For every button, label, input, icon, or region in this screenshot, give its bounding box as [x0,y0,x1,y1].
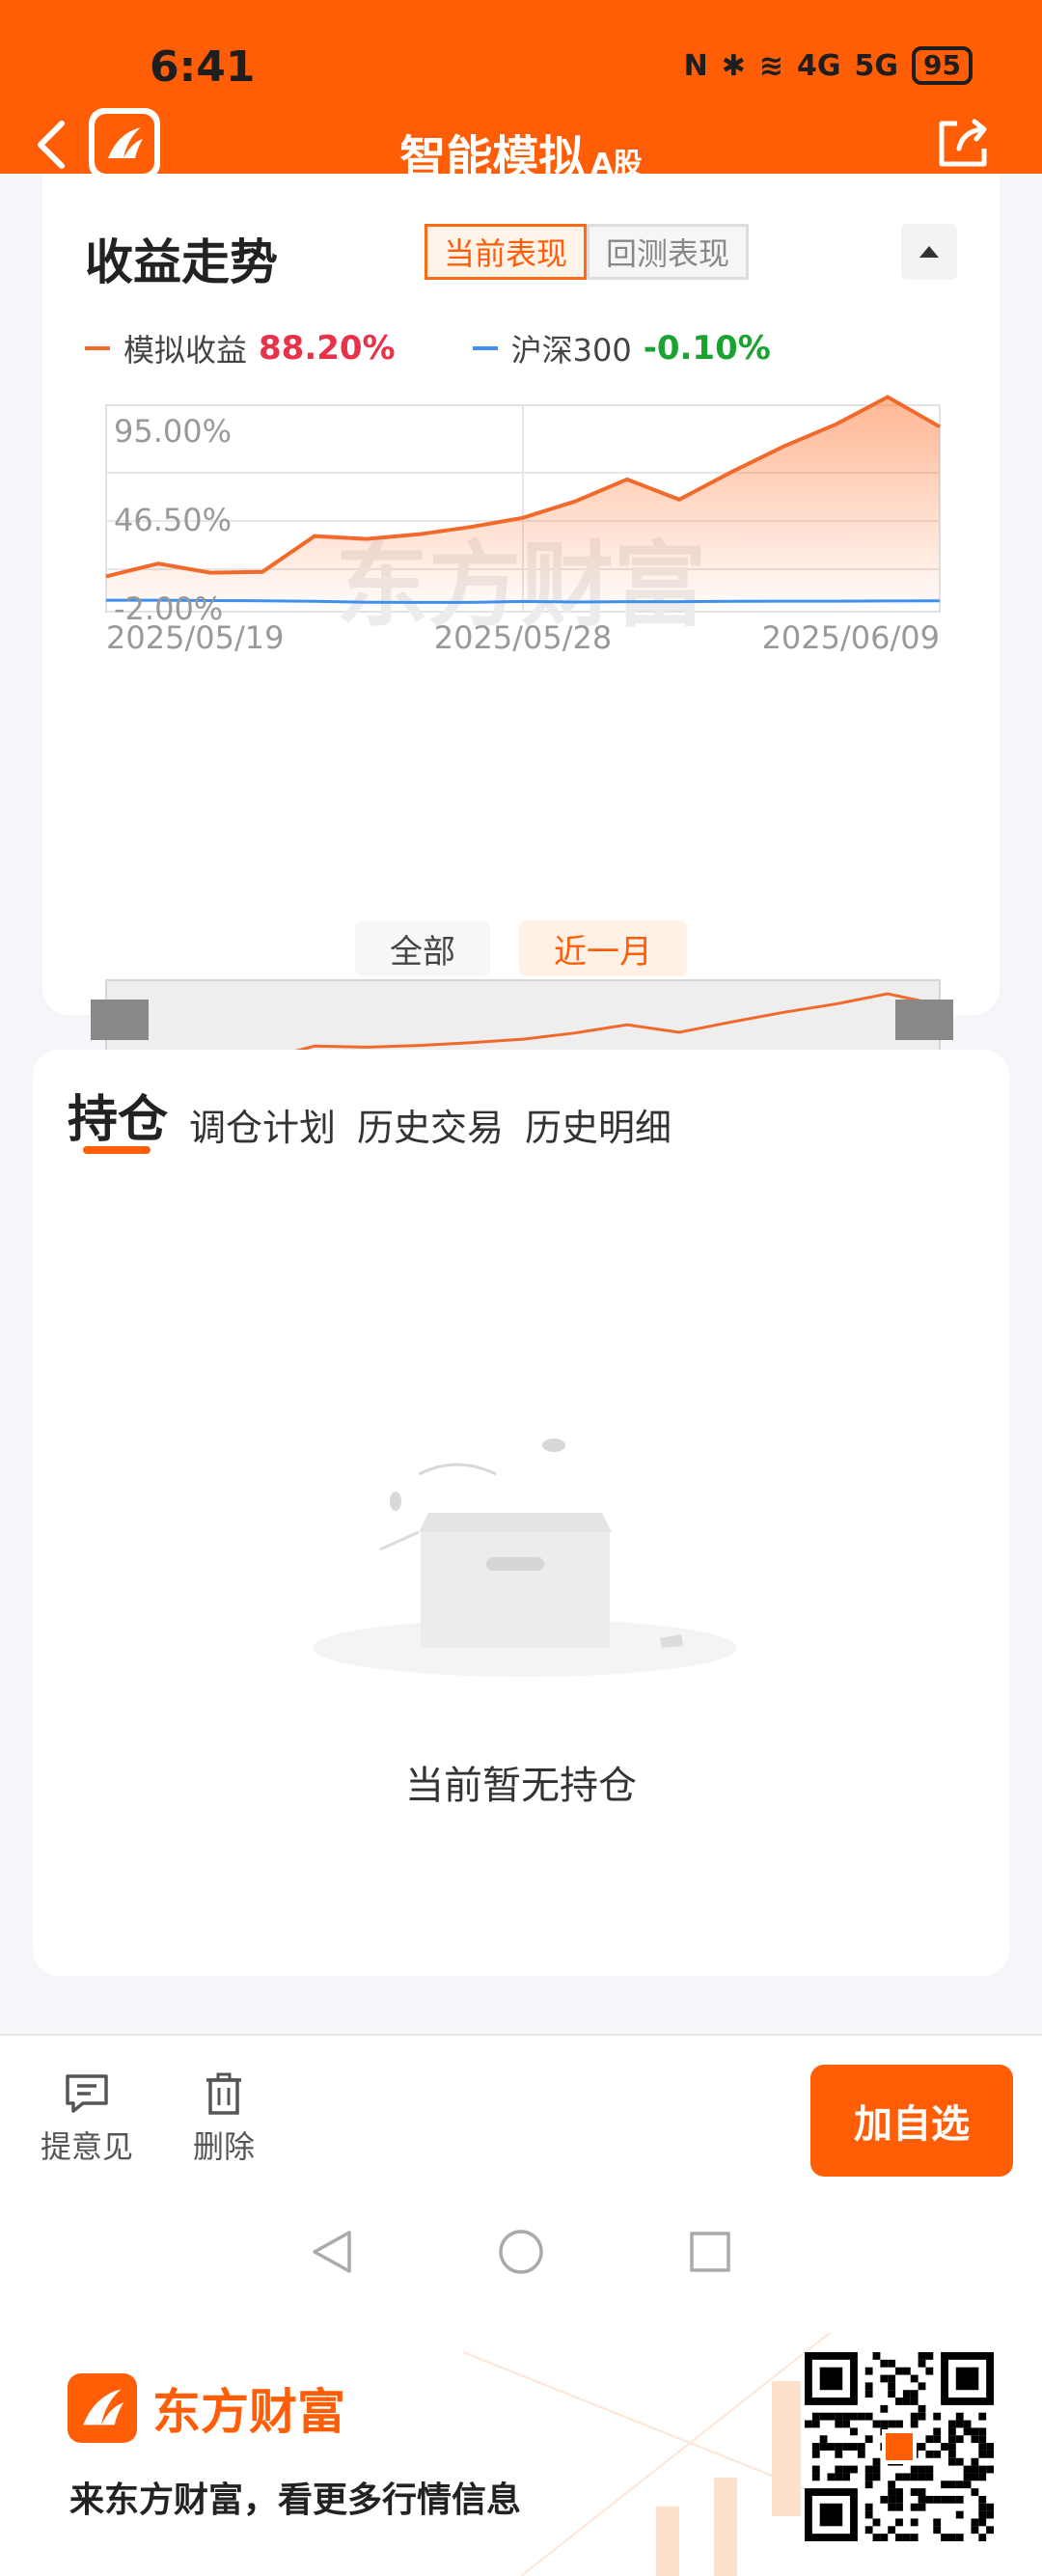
y-tick-label: 95.00% [114,413,232,450]
legend-value-hs300: -0.10% [643,329,771,368]
collapse-button[interactable] [901,224,957,280]
tab-holdings[interactable]: 持仓 [68,1079,168,1151]
hs300-line [106,598,941,604]
y-tick-label: 46.50% [114,502,232,538]
app-header: 6:41 N ✱ ≋ 4G 5G 95 智能模拟 A股 [0,0,1042,185]
navigator-right-handle[interactable] [895,1000,953,1040]
promo-footer: 东方财富 来东方财富，看更多行情信息 [0,2314,1042,2576]
performance-tabs: 当前表现 回测表现 [425,224,749,280]
legend-swatch-sim [85,346,110,350]
signal-5g: 5G [854,48,899,83]
active-tab-indicator [83,1146,151,1154]
feedback-label: 提意见 [41,2128,134,2165]
tab-trade-history[interactable]: 历史交易 [357,1098,504,1151]
x-tick-label: 2025/06/09 [762,619,940,656]
tab-rebalance-plan[interactable]: 调仓计划 [189,1098,336,1151]
footer-brand-name: 东方财富 [152,2384,345,2440]
range-tab-1month[interactable]: 近一月 [519,920,687,976]
status-icons: N ✱ ≋ 4G 5G 95 [684,46,973,85]
wifi-icon: ≋ [758,48,784,83]
tab-current-performance[interactable]: 当前表现 [425,224,587,280]
range-tabs: 全部 近一月 [42,920,1000,976]
holdings-card: 持仓 调仓计划 历史交易 历史明细 当前暂无持仓 [33,1050,1009,1976]
tab-backtest-performance[interactable]: 回测表现 [587,224,749,280]
add-watchlist-button[interactable]: 加自选 [810,2065,1013,2177]
footer-slogan: 来东方财富，看更多行情信息 [69,2480,522,2520]
tab-history-details[interactable]: 历史明细 [525,1098,672,1151]
battery-indicator: 95 [912,46,973,85]
legend-name-sim: 模拟收益 [123,332,248,369]
chart-legend: 模拟收益 88.20% 沪深300 -0.10% [85,326,771,370]
range-tab-all[interactable]: 全部 [355,920,490,976]
qr-code [805,2352,994,2541]
legend-value-sim: 88.20% [259,329,396,368]
eastmoney-logo-icon [68,2373,137,2443]
bottom-action-bar: 提意见 删除 加自选 [0,2034,1042,2314]
share-icon [939,119,987,167]
trash-icon [206,2072,241,2115]
holdings-tabs: 持仓 调仓计划 历史交易 历史明细 [68,1079,672,1151]
signal-4g: 4G [797,48,841,83]
nfc-icon: N [683,48,708,83]
share-button[interactable] [934,116,992,174]
x-tick-label: 2025/05/19 [106,619,284,656]
returns-chart[interactable]: 东方财富 95.00%46.50%-2.00% 2025/05/192025/0… [42,386,1000,1081]
returns-title: 收益走势 [85,234,278,290]
delete-label: 删除 [193,2128,256,2165]
x-tick-label: 2025/05/28 [434,619,612,656]
status-time: 6:41 [150,42,256,92]
empty-holdings-text: 当前暂无持仓 [405,1764,637,1808]
candlestick-background [463,2332,849,2576]
nav-recents-icon[interactable] [689,2231,731,2273]
navigator-left-handle[interactable] [91,1000,149,1040]
footer-brand: 东方财富 [68,2373,345,2443]
nav-home-icon[interactable] [498,2229,544,2275]
feedback-icon [66,2074,108,2113]
system-nav-bar [0,2229,1042,2275]
returns-card: 收益走势 当前表现 回测表现 模拟收益 88.20% 沪深300 -0.10% … [42,174,1000,1074]
legend-swatch-hs300 [472,346,498,350]
delete-button[interactable]: 删除 [193,2072,255,2167]
nav-back-icon[interactable] [311,2229,353,2275]
bluetooth-icon: ✱ [721,48,746,83]
empty-box-illustration [313,1439,737,1677]
caret-up-icon [919,246,939,258]
legend-name-hs300: 沪深300 [510,332,632,369]
feedback-button[interactable]: 提意见 [41,2072,133,2167]
